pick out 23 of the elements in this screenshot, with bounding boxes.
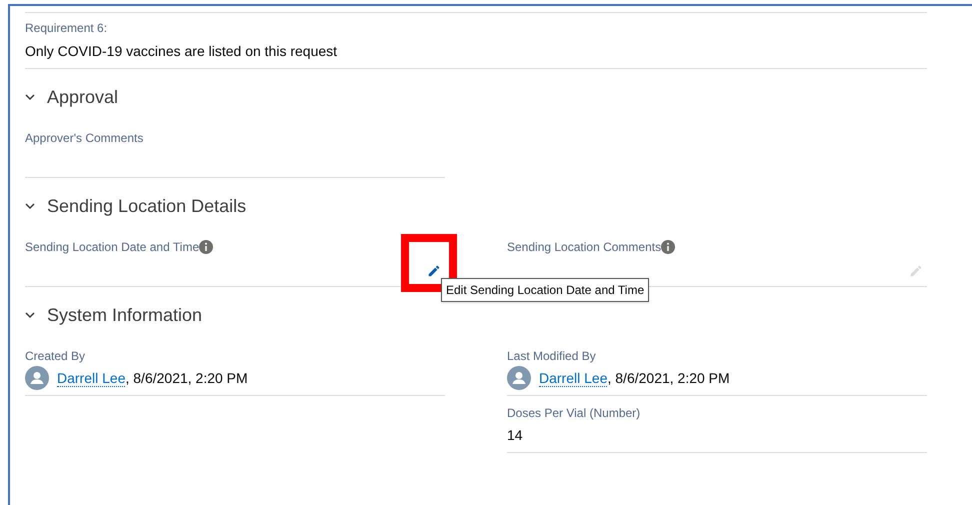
chevron-icon xyxy=(25,201,35,211)
field-label: Requirement 6: xyxy=(25,20,108,37)
field-label: Last Modified By xyxy=(507,348,596,365)
field-label: Created By xyxy=(25,348,86,365)
section-header[interactable]: Sending Location Details xyxy=(25,178,246,234)
pencil-icon[interactable] xyxy=(427,264,441,278)
section-header[interactable]: System Information xyxy=(25,287,202,343)
chevron-icon xyxy=(25,92,35,102)
field-value: , 8/6/2021, 2:20 PM xyxy=(125,368,248,388)
avatar-icon xyxy=(25,366,49,390)
user-link[interactable]: Darrell Lee xyxy=(57,370,126,386)
avatar-icon xyxy=(507,366,531,390)
tooltip: Edit Sending Location Date and Time xyxy=(441,278,650,302)
section-header[interactable]: Approval xyxy=(25,69,118,125)
chevron-icon xyxy=(25,310,35,320)
field-value: 14 xyxy=(507,426,523,444)
field-label: Sending Location Date and Time xyxy=(25,239,200,256)
field-label: Doses Per Vial (Number) xyxy=(507,405,640,422)
user-link[interactable]: Darrell Lee xyxy=(539,370,608,386)
field-value: , 8/6/2021, 2:20 PM xyxy=(607,368,730,388)
field-label: Approver's Comments xyxy=(25,130,144,147)
field-value: Only COVID-19 vaccines are listed on this request xyxy=(25,42,338,61)
field-label: Sending Location Comments xyxy=(507,239,662,256)
